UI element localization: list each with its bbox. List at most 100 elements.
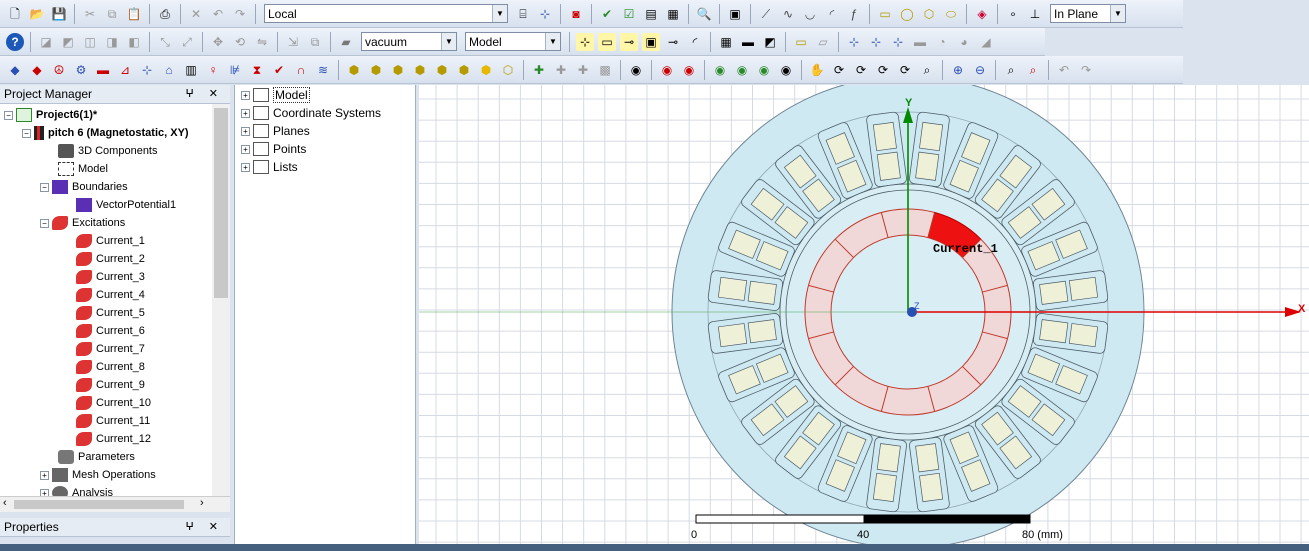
view-redo-icon[interactable]: ↷ [1077, 61, 1095, 79]
snap-grid-icon[interactable]: ⊹ [576, 32, 594, 51]
tree-current-item[interactable]: Current_1 [76, 232, 145, 250]
tree-current-item[interactable]: Current_11 [76, 412, 150, 430]
coord-sys-relative-icon[interactable]: ⊹ [845, 33, 863, 51]
scroll-left-icon[interactable]: ‹ [3, 497, 7, 509]
results-icon[interactable]: ▦ [664, 5, 682, 23]
panel-controls[interactable]: ⵖ ✕ [185, 87, 224, 100]
open-folder-icon[interactable]: 📂 [28, 5, 46, 23]
sweep-icon[interactable]: ⤡ [156, 33, 174, 51]
unite-icon[interactable]: ◪ [37, 33, 55, 51]
fit-all-icon[interactable]: ⌕ [1002, 61, 1020, 79]
material-icon[interactable]: ▰ [337, 33, 355, 51]
expand-icon[interactable]: + [241, 162, 250, 172]
field-line-icon[interactable]: ✚ [574, 61, 592, 79]
scroll-right-icon[interactable]: › [200, 497, 204, 509]
draw-arc-icon[interactable]: ◡ [801, 5, 819, 23]
mesh-length-icon[interactable]: ⊹ [138, 61, 156, 79]
visibility-excitation-icon[interactable]: ◉ [755, 61, 773, 79]
rotate-z-icon[interactable]: ⟳ [896, 61, 914, 79]
tree-boundaries[interactable]: − Boundaries [40, 178, 128, 196]
undo-icon[interactable]: ↶ [209, 5, 227, 23]
point-icon[interactable]: ∘ [1004, 5, 1022, 23]
expand-icon[interactable]: + [241, 144, 250, 154]
draw-box-icon[interactable]: ◈ [973, 5, 991, 23]
zoom-selected-icon[interactable]: ⊖ [971, 61, 989, 79]
draw-ellipse-icon[interactable]: ⬭ [942, 5, 960, 23]
fit-selection-icon[interactable]: ⌕ [1024, 61, 1042, 79]
view-solid-icon[interactable]: ⬡ [499, 61, 517, 79]
model-tree-item[interactable]: + Lists [241, 158, 298, 176]
wave-icon[interactable]: ≋ [314, 61, 332, 79]
expand-icon[interactable]: + [40, 488, 49, 496]
assign-excitation-icon[interactable]: ◆ [28, 61, 46, 79]
draw-rectangle-icon[interactable]: ▭ [876, 5, 894, 23]
delete-icon[interactable]: ✕ [187, 5, 205, 23]
tree-current-item[interactable]: Current_3 [76, 268, 145, 286]
coord-system-select[interactable]: Local ▼ [264, 4, 508, 23]
magnet-icon[interactable]: ∩ [292, 61, 310, 79]
layer-select[interactable]: Model ▼ [465, 32, 561, 51]
collapse-icon[interactable]: − [22, 128, 31, 138]
view-iso-icon[interactable]: ⬢ [345, 61, 363, 79]
chevron-down-icon[interactable]: ▼ [1110, 5, 1125, 22]
show-icon[interactable]: ◉ [627, 61, 645, 79]
help-icon[interactable]: ? [6, 32, 24, 51]
scroll-thumb[interactable] [14, 500, 184, 509]
snap-quadrant-icon[interactable]: ⊸ [664, 33, 682, 51]
split-icon[interactable]: ◨ [103, 33, 121, 51]
axis-tool-icon[interactable]: ⊹ [536, 5, 554, 23]
subtract-icon[interactable]: ◩ [59, 33, 77, 51]
visibility-boundary-icon[interactable]: ◉ [733, 61, 751, 79]
scroll-thumb[interactable] [214, 108, 228, 298]
tree-current-item[interactable]: Current_9 [76, 376, 145, 394]
plane-mode-select[interactable]: In Plane ▼ [1050, 4, 1126, 23]
tree-parameters[interactable]: Parameters [58, 448, 135, 466]
model-tree-item[interactable]: + Coordinate Systems [241, 104, 381, 122]
tree-excitations[interactable]: − Excitations [40, 214, 125, 232]
modeler-viewport[interactable]: X Y Z Current_1 0 40 80 (mm) [419, 85, 1309, 551]
select-object-icon[interactable]: ▭ [792, 33, 810, 51]
tree-current-item[interactable]: Current_7 [76, 340, 145, 358]
new-file-icon[interactable]: 🗋 [6, 5, 24, 23]
field-calc-icon[interactable]: ▩ [596, 61, 614, 79]
measure-icon[interactable]: ◩ [761, 33, 779, 51]
tree-project[interactable]: − Project6(1)* [4, 106, 97, 124]
zoom-icon[interactable]: 🔍 [695, 5, 713, 23]
collapse-icon[interactable]: − [40, 182, 49, 192]
torque-icon[interactable]: ⚙ [72, 61, 90, 79]
ruler-icon[interactable]: ▬ [739, 33, 757, 51]
tree-current-item[interactable]: Current_4 [76, 286, 145, 304]
expand-icon[interactable]: + [241, 126, 250, 136]
copy-icon[interactable]: ⧉ [103, 5, 121, 23]
move-icon[interactable]: ✥ [209, 33, 227, 51]
snap-edge-center-icon[interactable]: ⊸ [620, 32, 638, 51]
coord-tool-icon[interactable]: ⌸ [514, 5, 532, 23]
model-tree-item[interactable]: + Model [241, 86, 310, 104]
optimetrics-icon[interactable]: ⧗ [248, 61, 266, 79]
tree-vertical-scrollbar[interactable] [212, 104, 230, 496]
parametric-icon[interactable]: ⊯ [226, 61, 244, 79]
visibility-mesh-icon[interactable]: ◉ [777, 61, 795, 79]
solution-icon[interactable]: ◙ [567, 5, 585, 23]
chevron-down-icon[interactable]: ▼ [441, 33, 456, 50]
cut-icon[interactable]: ✂ [81, 5, 99, 23]
model-canvas[interactable]: X Y Z Current_1 0 40 80 (mm) [419, 85, 1309, 551]
list-filter-icon[interactable]: ▬ [911, 33, 929, 51]
draw-polygon-icon[interactable]: ⬡ [920, 5, 938, 23]
tree-current-item[interactable]: Current_5 [76, 304, 145, 322]
view-bottom-icon[interactable]: ⬢ [389, 61, 407, 79]
model-tree-item[interactable]: + Points [241, 140, 306, 158]
rotate-icon[interactable]: ⟲ [231, 33, 249, 51]
sweep-analysis-icon[interactable]: ✔ [270, 61, 288, 79]
tree-analysis[interactable]: + Analysis [40, 484, 113, 496]
draw-line-icon[interactable]: ⟋ [757, 5, 775, 23]
mesh-skin-icon[interactable]: ⌂ [160, 61, 178, 79]
coord-sys-face-icon[interactable]: ⊹ [867, 33, 885, 51]
view-front-icon[interactable]: ⬢ [411, 61, 429, 79]
coord-sys-object-icon[interactable]: ⊹ [889, 33, 907, 51]
zoom-region-icon[interactable]: ⊕ [949, 61, 967, 79]
draw-spline-icon[interactable]: ∿ [779, 5, 797, 23]
redo-icon[interactable]: ↷ [231, 5, 249, 23]
field-plot-icon[interactable]: ✚ [530, 61, 548, 79]
snap-arc-center-icon[interactable]: ◜ [686, 33, 704, 51]
